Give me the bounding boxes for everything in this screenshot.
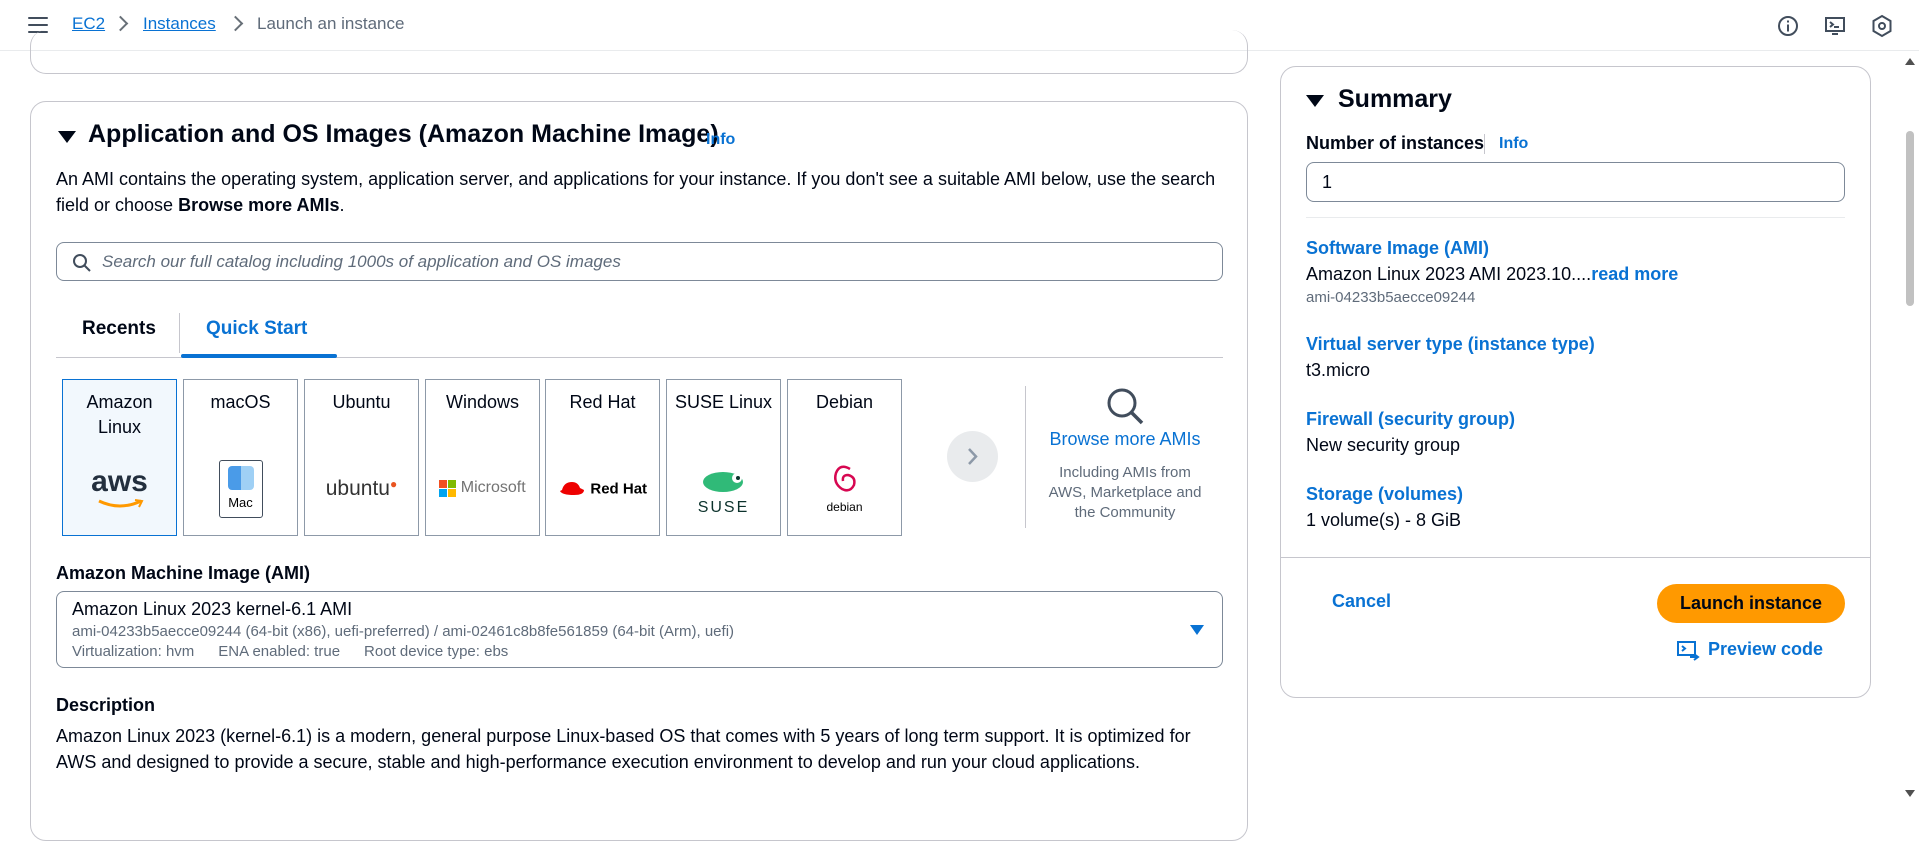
chevron-right-icon: [227, 15, 244, 32]
mac-logo: Mac: [184, 460, 297, 518]
search-placeholder: Search our full catalog including 1000s …: [102, 252, 621, 271]
scroll-up-icon[interactable]: [1905, 58, 1915, 65]
cloudshell-icon[interactable]: [1823, 14, 1847, 38]
read-more-link[interactable]: read more: [1591, 264, 1678, 284]
scroll-down-icon[interactable]: [1905, 790, 1915, 797]
previous-section-card: [30, 30, 1248, 74]
caret-down-icon[interactable]: [1306, 95, 1324, 107]
search-icon: [73, 254, 91, 272]
ami-search-input[interactable]: Search our full catalog including 1000s …: [56, 242, 1223, 281]
os-tile-debian[interactable]: Debian debian: [787, 379, 902, 536]
redhat-logo: Red Hat: [546, 480, 659, 498]
chevron-right-icon: [968, 448, 978, 465]
summary-title: Summary: [1338, 85, 1452, 113]
ubuntu-logo: ubuntu●: [325, 477, 398, 500]
debian-logo: debian: [788, 463, 901, 514]
summary-divider: [1306, 217, 1845, 218]
os-tile-redhat[interactable]: Red Hat Red Hat: [545, 379, 660, 536]
chevron-right-icon: [112, 15, 129, 32]
info-link[interactable]: Info: [1499, 135, 1528, 153]
settings-icon[interactable]: [1870, 14, 1894, 38]
info-link[interactable]: Info: [706, 131, 735, 149]
active-tab-indicator: [181, 354, 337, 358]
tab-quick-start[interactable]: Quick Start: [206, 318, 307, 340]
search-icon: [1107, 388, 1144, 425]
aws-logo: aws: [63, 467, 176, 514]
preview-code-link[interactable]: Preview code: [1708, 639, 1823, 660]
os-tile-suse[interactable]: SUSE Linux SUSE: [666, 379, 781, 536]
os-tile-macos[interactable]: macOS Mac: [183, 379, 298, 536]
instance-type-value: t3.micro: [1306, 360, 1371, 380]
software-image-value: Amazon Linux 2023 AMI 2023.10....read mo…: [1306, 264, 1679, 284]
browse-divider: [1025, 386, 1026, 528]
section-title: Application and OS Images (Amazon Machin…: [88, 120, 719, 148]
ami-meta: Virtualization: hvm ENA enabled: true Root…: [72, 643, 509, 660]
section-description: An AMI contains the operating system, ap…: [56, 169, 1216, 215]
caret-down-icon[interactable]: [58, 131, 76, 143]
next-tiles-button[interactable]: [947, 431, 998, 482]
tab-recents[interactable]: Recents: [82, 318, 156, 340]
browse-more-amis-link[interactable]: Browse more AMIs: [1040, 429, 1210, 450]
microsoft-logo: Microsoft: [426, 479, 539, 497]
info-icon[interactable]: [1776, 14, 1800, 38]
tab-divider: [179, 313, 180, 353]
instance-type-link[interactable]: Virtual server type (instance type): [1306, 334, 1595, 355]
scrollbar-thumb[interactable]: [1906, 131, 1914, 306]
ami-description: Amazon Linux 2023 (kernel-6.1) is a mode…: [56, 726, 1191, 772]
summary-footer-divider: [1281, 557, 1870, 558]
firewall-link[interactable]: Firewall (security group): [1306, 409, 1515, 430]
ami-ids: ami-04233b5aecce09244 (64-bit (x86), uef…: [72, 623, 735, 640]
cancel-button[interactable]: Cancel: [1332, 591, 1391, 612]
launch-instance-button[interactable]: Launch instance: [1657, 584, 1845, 623]
num-instances-label: Number of instances: [1306, 133, 1485, 153]
os-tile-ubuntu[interactable]: Ubuntu ubuntu●: [304, 379, 419, 536]
label-separator: [1484, 134, 1485, 154]
ami-name: Amazon Linux 2023 kernel-6.1 AMI: [72, 599, 353, 619]
storage-value: 1 volume(s) - 8 GiB: [1306, 510, 1462, 530]
ami-select[interactable]: Amazon Linux 2023 kernel-6.1 AMI ami-042…: [56, 591, 1223, 668]
preview-code-icon[interactable]: [1676, 640, 1700, 662]
storage-link[interactable]: Storage (volumes): [1306, 484, 1463, 505]
suse-logo: SUSE: [667, 468, 780, 517]
firewall-value: New security group: [1306, 435, 1461, 455]
software-image-link[interactable]: Software Image (AMI): [1306, 238, 1489, 259]
software-image-id: ami-04233b5aecce09244: [1306, 289, 1476, 306]
caret-down-icon: [1190, 625, 1204, 635]
ami-label: Amazon Machine Image (AMI): [56, 563, 311, 583]
os-tile-windows[interactable]: Windows Microsoft: [425, 379, 540, 536]
os-tile-amazon-linux[interactable]: Amazon Linux aws: [62, 379, 177, 536]
browse-more-description: Including AMIs from AWS, Marketplace and…: [1048, 464, 1202, 521]
description-label: Description: [56, 695, 156, 715]
num-instances-input[interactable]: 1: [1306, 162, 1845, 202]
